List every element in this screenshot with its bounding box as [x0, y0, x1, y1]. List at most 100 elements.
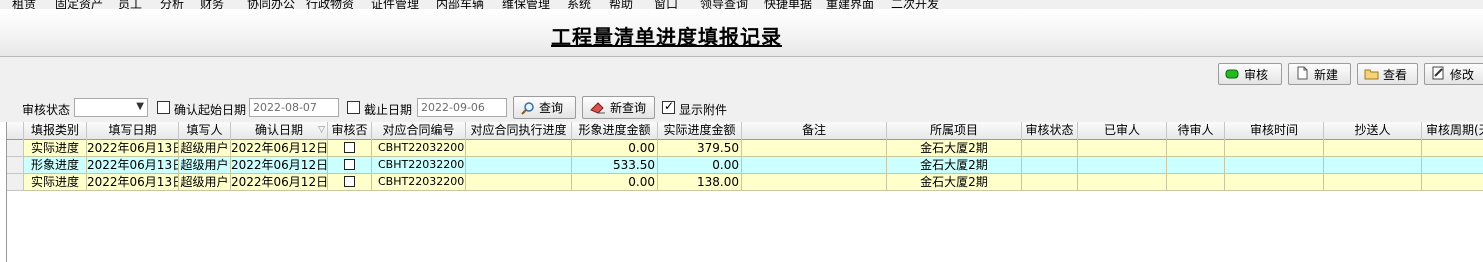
menu-item-quick-docs[interactable]: 快捷单据 [764, 0, 812, 9]
cell-project[interactable]: 金石大厦2期 [887, 157, 1022, 174]
cell-cc[interactable] [1324, 174, 1422, 191]
menu-item-rebuild-ui[interactable]: 重建界面 [826, 0, 874, 9]
query-button[interactable]: 查询 [513, 96, 576, 119]
menu-item-certificates[interactable]: 证件管理 [371, 0, 419, 9]
end-date-checkbox[interactable] [347, 101, 360, 114]
cell-image-amount[interactable]: 0.00 [572, 140, 658, 157]
cell-audit-time[interactable] [1225, 140, 1324, 157]
cell-confirm-date[interactable]: 2022年06月12日 [231, 140, 328, 157]
confirm-start-checkbox[interactable] [157, 101, 170, 114]
approve-button[interactable]: 审核 [1218, 63, 1282, 85]
cell-type[interactable]: 实际进度 [24, 140, 87, 157]
cell-actual-amount[interactable]: 379.50 [658, 140, 742, 157]
menu-item-lease[interactable]: 租赁 [12, 0, 36, 9]
cell-cc[interactable] [1324, 140, 1422, 157]
menu-item-fixed-assets[interactable]: 固定资产 [55, 0, 103, 9]
new-query-button[interactable]: 新查询 [582, 96, 655, 119]
cell-type[interactable]: 实际进度 [24, 174, 87, 191]
header-audit-status[interactable]: 审核状态 [1022, 122, 1078, 140]
header-pending[interactable]: 待审人 [1167, 122, 1225, 140]
cell-project[interactable]: 金石大厦2期 [887, 140, 1022, 157]
cell-audit-status[interactable] [1022, 174, 1078, 191]
cell-confirm-date[interactable]: 2022年06月12日 [231, 157, 328, 174]
menu-item-analysis[interactable]: 分析 [160, 0, 184, 9]
cell-contract-progress[interactable] [466, 140, 572, 157]
cell-cycle[interactable] [1422, 140, 1483, 157]
cell-filler[interactable]: 超级用户 [179, 157, 231, 174]
cell-cycle[interactable] [1422, 174, 1483, 191]
audited-checkbox[interactable] [344, 159, 355, 170]
cell-actual-amount[interactable]: 0.00 [658, 157, 742, 174]
menu-item-staff[interactable]: 员工 [118, 0, 142, 9]
header-audit-time[interactable]: 审核时间 [1225, 122, 1324, 140]
menu-item-maintenance[interactable]: 维保管理 [502, 0, 550, 9]
table-row[interactable]: 形象进度 2022年06月13日 超级用户 2022年06月12日 CBHT220322… [7, 157, 1483, 174]
menu-item-office[interactable]: 协同办公 [247, 0, 295, 9]
cell-pending[interactable] [1167, 157, 1225, 174]
view-button[interactable]: 查看 [1357, 63, 1418, 85]
cell-fill-date[interactable]: 2022年06月13日 [87, 157, 179, 174]
header-filler[interactable]: 填写人 [179, 122, 231, 140]
header-actual-amount[interactable]: 实际进度金额 [658, 122, 742, 140]
header-contract-no[interactable]: 对应合同编号 [372, 122, 466, 140]
header-confirm-date[interactable]: 确认日期 ▽ [231, 122, 328, 140]
cell-contract-progress[interactable] [466, 174, 572, 191]
cell-audit-time[interactable] [1225, 157, 1324, 174]
cell-image-amount[interactable]: 0.00 [572, 174, 658, 191]
end-date-input[interactable]: 2022-09-06 [417, 98, 507, 117]
cell-audit-time[interactable] [1225, 174, 1324, 191]
header-image-amount[interactable]: 形象进度金额 [572, 122, 658, 140]
cell-pending[interactable] [1167, 174, 1225, 191]
menu-item-dev[interactable]: 二次开发 [891, 0, 939, 9]
menu-item-window[interactable]: 窗口 [654, 0, 678, 9]
cell-image-amount[interactable]: 533.50 [572, 157, 658, 174]
header-cc[interactable]: 抄送人 [1324, 122, 1422, 140]
cell-actual-amount[interactable]: 138.00 [658, 174, 742, 191]
cell-fill-date[interactable]: 2022年06月13日 [87, 174, 179, 191]
menu-item-system[interactable]: 系统 [567, 0, 591, 9]
cell-contract-progress[interactable] [466, 157, 572, 174]
cell-contract-no[interactable]: CBHT220322002 [372, 174, 466, 191]
cell-audit-status[interactable] [1022, 157, 1078, 174]
cell-audited[interactable] [328, 140, 372, 157]
cell-filler[interactable]: 超级用户 [179, 174, 231, 191]
menu-item-leader-query[interactable]: 领导查询 [700, 0, 748, 9]
cell-remark[interactable] [742, 174, 887, 191]
cell-approved-by[interactable] [1078, 157, 1167, 174]
header-type[interactable]: 填报类别 [24, 122, 87, 140]
row-selector[interactable] [7, 140, 24, 157]
show-attachments-checkbox[interactable] [662, 99, 675, 114]
cell-contract-no[interactable]: CBHT220322002 [372, 140, 466, 157]
cell-pending[interactable] [1167, 140, 1225, 157]
row-selector[interactable] [7, 157, 24, 174]
row-selector[interactable] [7, 174, 24, 191]
cell-cycle[interactable] [1422, 157, 1483, 174]
menu-item-help[interactable]: 帮助 [609, 0, 633, 9]
cell-approved-by[interactable] [1078, 174, 1167, 191]
cell-audited[interactable] [328, 157, 372, 174]
header-remark[interactable]: 备注 [742, 122, 887, 140]
table-row[interactable]: 实际进度 2022年06月13日 超级用户 2022年06月12日 CBHT220322… [7, 140, 1483, 157]
header-contract-progress[interactable]: 对应合同执行进度 [466, 122, 572, 140]
header-project[interactable]: 所属项目 [887, 122, 1022, 140]
new-button[interactable]: 新建 [1288, 63, 1351, 85]
cell-remark[interactable] [742, 157, 887, 174]
table-row[interactable]: 实际进度 2022年06月13日 超级用户 2022年06月12日 CBHT220322… [7, 174, 1483, 191]
cell-type[interactable]: 形象进度 [24, 157, 87, 174]
header-approved-by[interactable]: 已审人 [1078, 122, 1167, 140]
cell-remark[interactable] [742, 140, 887, 157]
cell-cc[interactable] [1324, 157, 1422, 174]
menu-item-vehicles[interactable]: 内部车辆 [436, 0, 484, 9]
menu-item-finance[interactable]: 财务 [200, 0, 224, 9]
cell-fill-date[interactable]: 2022年06月13日 [87, 140, 179, 157]
audited-checkbox[interactable] [344, 176, 355, 187]
cell-project[interactable]: 金石大厦2期 [887, 174, 1022, 191]
audit-status-select[interactable]: ▼ [74, 98, 148, 117]
header-audited[interactable]: 审核否 [328, 122, 372, 140]
cell-approved-by[interactable] [1078, 140, 1167, 157]
header-cycle[interactable]: 审核周期(天) [1422, 122, 1483, 140]
cell-audit-status[interactable] [1022, 140, 1078, 157]
edit-button[interactable]: 修改 [1424, 63, 1483, 85]
header-fill-date[interactable]: 填写日期 [87, 122, 179, 140]
cell-audited[interactable] [328, 174, 372, 191]
